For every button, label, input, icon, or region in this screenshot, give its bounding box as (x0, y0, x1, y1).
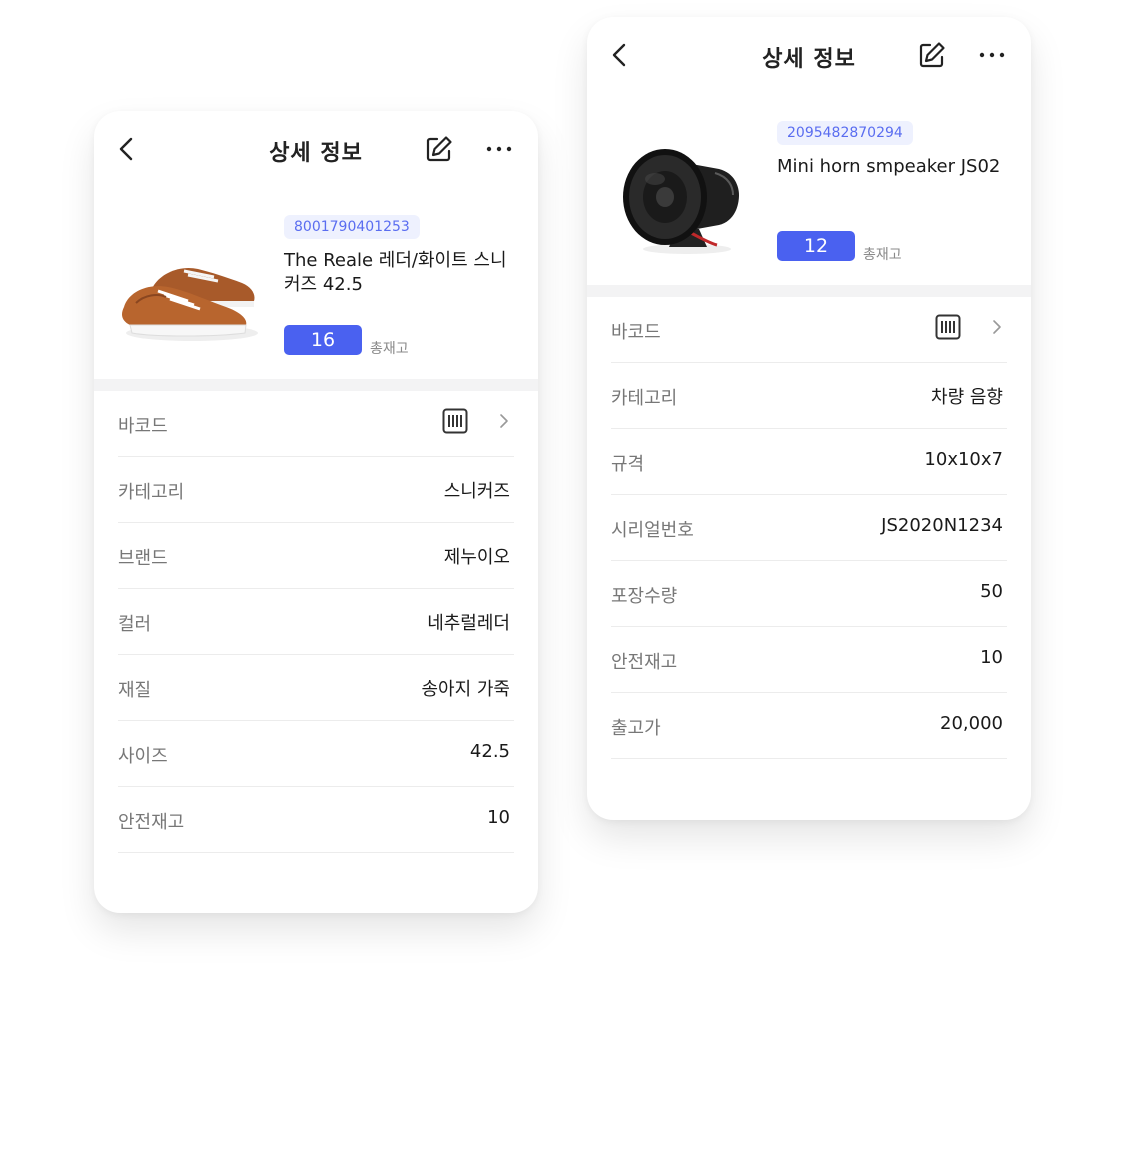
product-name: The Reale 레더/화이트 스니커즈 42.5 (284, 250, 507, 295)
detail-row-size: 사이즈 42.5 (118, 721, 514, 787)
chevron-right-icon (993, 320, 1001, 334)
product-name: Mini horn smpeaker JS02 (777, 156, 1001, 177)
detail-label: 사이즈 (118, 746, 168, 767)
more-options-button[interactable] (977, 41, 1007, 69)
detail-list: 바코드 카테고리 스니커즈 브랜드 제누이오 컬러 네추럴레더 재질 송아지 가… (94, 391, 538, 853)
page-title: 상세 정보 (762, 47, 856, 72)
edit-button[interactable] (424, 134, 454, 164)
edit-icon (919, 42, 945, 68)
detail-row-barcode[interactable]: 바코드 (118, 391, 514, 457)
more-dots-icon (979, 52, 1005, 58)
detail-row-spec: 규격 10x10x7 (611, 429, 1007, 495)
detail-label: 재질 (118, 680, 152, 701)
detail-row-barcode[interactable]: 바코드 (611, 297, 1007, 363)
top-bar: 상세 정보 (587, 17, 1031, 103)
product-detail-card: 상세 정보 (587, 17, 1031, 820)
detail-value: JS2020N1234 (881, 515, 1003, 536)
chevron-right-icon (500, 414, 508, 428)
section-divider (94, 379, 538, 391)
detail-list: 바코드 카테고리 차량 음향 규격 10x10x7 시리얼번호 JS2020N1… (587, 297, 1031, 759)
detail-label: 포장수량 (611, 586, 678, 607)
detail-value: 42.5 (469, 741, 510, 762)
horn-speaker-image (623, 149, 739, 254)
detail-label: 안전재고 (118, 812, 185, 833)
detail-row-safety-stock: 안전재고 10 (118, 787, 514, 853)
more-dots-icon (486, 146, 512, 152)
stock-quantity-label: 총재고 (863, 247, 902, 263)
detail-label: 카테고리 (611, 388, 678, 409)
detail-row-category: 카테고리 스니커즈 (118, 457, 514, 523)
detail-value: 20,000 (940, 713, 1003, 734)
stock-quantity-badge: 16 (284, 325, 362, 355)
stock-quantity-label: 총재고 (370, 341, 409, 357)
detail-value: 10x10x7 (924, 449, 1003, 470)
detail-row-color: 컬러 네추럴레더 (118, 589, 514, 655)
detail-row-pack-quantity: 포장수량 50 (611, 561, 1007, 627)
product-detail-card: 상세 정보 (94, 111, 538, 913)
edit-icon (426, 136, 452, 162)
detail-label: 컬러 (118, 614, 152, 635)
section-divider (587, 285, 1031, 297)
detail-row-material: 재질 송아지 가죽 (118, 655, 514, 721)
detail-label: 바코드 (118, 416, 168, 437)
detail-value: 10 (980, 647, 1003, 668)
detail-label: 바코드 (611, 322, 661, 343)
detail-label: 출고가 (611, 718, 661, 739)
product-barcode-chip: 2095482870294 (777, 121, 913, 145)
detail-row-serial-number: 시리얼번호 JS2020N1234 (611, 495, 1007, 561)
barcode-icon[interactable] (935, 314, 961, 340)
product-thumbnail (607, 121, 757, 261)
detail-label: 시리얼번호 (611, 520, 694, 541)
stock-quantity-badge: 12 (777, 231, 855, 261)
top-bar: 상세 정보 (94, 111, 538, 197)
product-summary: 8001790401253 The Reale 레더/화이트 스니커즈 42.5… (94, 197, 538, 379)
detail-value: 10 (487, 807, 510, 828)
product-thumbnail (114, 215, 264, 355)
detail-row-brand: 브랜드 제누이오 (118, 523, 514, 589)
more-options-button[interactable] (484, 135, 514, 163)
detail-value: 제누이오 (443, 547, 510, 568)
detail-row-category: 카테고리 차량 음향 (611, 363, 1007, 429)
page-title: 상세 정보 (269, 141, 363, 166)
barcode-icon[interactable] (442, 408, 468, 434)
detail-value: 송아지 가죽 (421, 679, 510, 700)
detail-label: 카테고리 (118, 482, 185, 503)
detail-value: 차량 음향 (931, 387, 1003, 408)
detail-row-release-price: 출고가 20,000 (611, 693, 1007, 759)
edit-button[interactable] (917, 40, 947, 70)
sneaker-image (122, 267, 258, 341)
detail-label: 브랜드 (118, 548, 168, 569)
detail-label: 안전재고 (611, 652, 678, 673)
detail-row-safety-stock: 안전재고 10 (611, 627, 1007, 693)
product-summary: 2095482870294 Mini horn smpeaker JS02 12… (587, 103, 1031, 285)
detail-label: 규격 (611, 454, 645, 475)
detail-value: 50 (980, 581, 1003, 602)
product-barcode-chip: 8001790401253 (284, 215, 420, 239)
detail-value: 스니커즈 (443, 481, 510, 502)
detail-value: 네추럴레더 (427, 613, 510, 634)
